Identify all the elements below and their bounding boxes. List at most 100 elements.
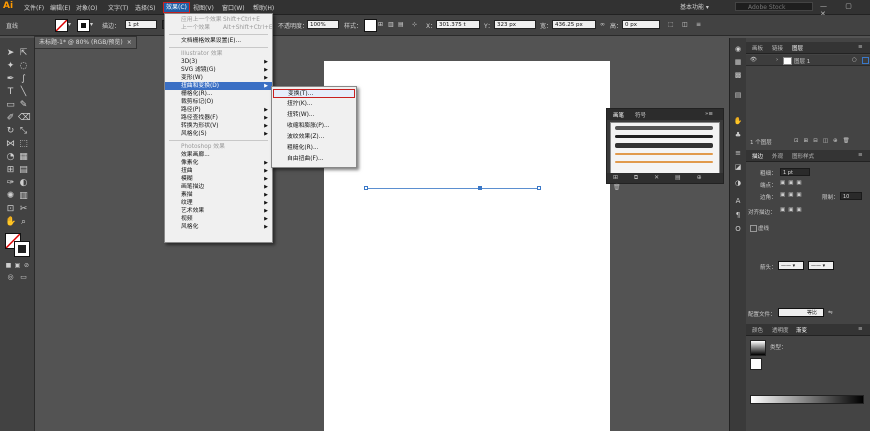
tab-stroke[interactable]: 描边 bbox=[752, 152, 763, 160]
stroke-color-icon[interactable] bbox=[14, 241, 30, 257]
menu-8[interactable]: 帮助(H) bbox=[253, 3, 274, 12]
shape-builder-icon[interactable]: ◔ bbox=[5, 152, 16, 163]
anchor-point-end[interactable] bbox=[537, 186, 541, 190]
effect-menu-item[interactable]: 扭曲 ▶ bbox=[165, 167, 272, 175]
workspace-switcher[interactable]: 基本功能 ▾ bbox=[680, 2, 709, 11]
gradient-preview[interactable] bbox=[750, 340, 766, 356]
tab-graphic-styles[interactable]: 图形样式 bbox=[792, 152, 814, 160]
layer-name[interactable]: 图层 1 bbox=[794, 57, 810, 65]
cap-style-icons[interactable]: ▣▣▣ bbox=[780, 180, 805, 186]
effect-menu-item[interactable]: 3D(3) ▶ bbox=[165, 58, 272, 66]
effect-menu-item[interactable]: 纹理 ▶ bbox=[165, 199, 272, 207]
pen-tool-icon[interactable]: ✒ bbox=[5, 74, 16, 85]
effect-menu-item[interactable]: 画笔描边 ▶ bbox=[165, 183, 272, 191]
transform-icon[interactable]: ⬚ bbox=[668, 21, 674, 28]
arrow-start-select[interactable]: —— ▾ bbox=[778, 261, 804, 270]
width-field[interactable]: 436.25 px bbox=[552, 20, 596, 29]
type-tool-icon[interactable]: T bbox=[5, 87, 16, 98]
rotate-tool-icon[interactable]: ↻ bbox=[5, 126, 16, 137]
effect-menu-item[interactable]: 上一个效果 Alt+Shift+Ctrl+E bbox=[165, 24, 273, 32]
miter-limit-input[interactable]: 10 bbox=[840, 192, 862, 200]
perspective-grid-icon[interactable]: ▦ bbox=[18, 152, 29, 163]
effect-menu-item[interactable]: 变形(W) ▶ bbox=[165, 74, 272, 82]
gradient-fill-swatch[interactable] bbox=[750, 358, 762, 370]
effect-menu-item[interactable]: 效果画廊... bbox=[165, 151, 272, 159]
distort-submenu-item[interactable]: 粗糙化(R)... bbox=[273, 144, 355, 153]
panel-menu-icon[interactable]: ≡ bbox=[858, 326, 863, 332]
target-icon[interactable]: ○ bbox=[852, 57, 857, 63]
tab-symbols[interactable]: 符号 bbox=[635, 111, 646, 119]
stroke-weight-field[interactable]: 1 pt bbox=[125, 20, 157, 29]
effect-menu-item[interactable]: 路径(P) ▶ bbox=[165, 106, 272, 114]
effect-menu-item[interactable]: 栅格化(R)... bbox=[165, 90, 272, 98]
brushes-panel-footer[interactable]: ⊞ ⧉ ✕ ▤ ⊕ 🗑 bbox=[607, 173, 723, 191]
height-field[interactable]: 0 px bbox=[622, 20, 660, 29]
menu-0[interactable]: 文件(F) bbox=[24, 3, 44, 12]
graphic-styles-icon[interactable]: ◪ bbox=[733, 162, 743, 172]
document-tab[interactable]: 未标题-1* @ 80% (RGB/预览) × bbox=[34, 36, 137, 49]
effect-menu-item[interactable]: 路径查找器(F) ▶ bbox=[165, 114, 272, 122]
tab-layers[interactable]: 图层 bbox=[792, 44, 803, 52]
scale-tool-icon[interactable]: ⤡ bbox=[18, 126, 29, 137]
link-icon[interactable]: ∞ bbox=[600, 21, 605, 28]
stroke-icon[interactable]: ≡ bbox=[733, 148, 743, 158]
menu-4[interactable]: 选择(S) bbox=[135, 3, 156, 12]
menu-5[interactable]: 效果(C) bbox=[163, 2, 190, 13]
align-stroke-icons[interactable]: ▣▣▣ bbox=[780, 207, 805, 213]
brush-stroke[interactable] bbox=[615, 126, 713, 130]
mesh-tool-icon[interactable]: ⊞ bbox=[5, 165, 16, 176]
layers-footer-icons[interactable]: ⊡⊞⊟◫⊕🗑 bbox=[794, 138, 855, 144]
corner-style-icons[interactable]: ▣▣▣ bbox=[780, 192, 805, 198]
reference-point-icon[interactable]: ⊹ bbox=[412, 21, 417, 28]
anchor-point-start[interactable] bbox=[364, 186, 368, 190]
tab-gradient[interactable]: 渐变 bbox=[796, 326, 807, 334]
blend-tool-icon[interactable]: ◐ bbox=[18, 178, 29, 189]
tab-appearance[interactable]: 外观 bbox=[772, 152, 783, 160]
brush-stroke[interactable] bbox=[615, 135, 713, 138]
panel-menu-icon[interactable]: »≡ bbox=[705, 111, 713, 117]
symbols-icon[interactable]: ♣ bbox=[733, 130, 743, 140]
effect-menu-item[interactable]: 应用上一个效果 Shift+Ctrl+E bbox=[165, 16, 272, 24]
anchor-point-center[interactable] bbox=[478, 186, 482, 190]
gradient-slider[interactable] bbox=[750, 395, 864, 404]
free-transform-icon[interactable]: ⬚ bbox=[18, 139, 29, 150]
effect-menu-item[interactable]: SVG 滤镜(G) ▶ bbox=[165, 66, 272, 74]
effect-menu-item[interactable]: 文档栅格效果设置(E)... bbox=[165, 37, 272, 45]
brush-stroke[interactable] bbox=[615, 153, 713, 155]
brush-stroke[interactable] bbox=[615, 143, 713, 148]
menu-3[interactable]: 文字(T) bbox=[108, 3, 128, 12]
chevron-right-icon[interactable]: › bbox=[776, 57, 778, 63]
effect-menu-item[interactable]: 扭曲和变换(D) ▶ bbox=[165, 82, 272, 90]
selected-line-path[interactable] bbox=[366, 188, 539, 189]
line-tool-icon[interactable]: ╲ bbox=[18, 87, 29, 98]
selection-indicator-icon[interactable] bbox=[862, 57, 869, 64]
align-icon-2[interactable]: ▥ bbox=[388, 21, 394, 28]
distort-submenu-item[interactable]: 扭转(W)... bbox=[273, 111, 355, 120]
none-mode-icon[interactable]: ⊘ bbox=[21, 260, 32, 271]
paragraph-icon[interactable]: ¶ bbox=[733, 210, 743, 220]
tab-artboards[interactable]: 画板 bbox=[752, 44, 763, 52]
brush-stroke[interactable] bbox=[615, 161, 713, 163]
opacity-field[interactable]: 100% bbox=[307, 20, 339, 29]
effect-menu-item[interactable]: 转换为形状(V) ▶ bbox=[165, 122, 272, 130]
menu-2[interactable]: 对象(O) bbox=[76, 3, 97, 12]
distort-submenu-item[interactable]: 变换(T)... bbox=[273, 89, 355, 98]
swatches-icon[interactable]: ▦ bbox=[733, 57, 743, 67]
y-field[interactable]: 323 px bbox=[494, 20, 536, 29]
selection-tool-icon[interactable]: ➤ bbox=[5, 48, 16, 59]
width-tool-icon[interactable]: ⋈ bbox=[5, 139, 16, 150]
hand-icon[interactable]: ✋ bbox=[733, 116, 743, 126]
eyedropper-icon[interactable]: ✑ bbox=[5, 178, 16, 189]
zoom-tool-icon[interactable]: ⌕ bbox=[18, 217, 29, 228]
menu-6[interactable]: 视图(V) bbox=[193, 3, 214, 12]
gradient-tool-icon[interactable]: ▤ bbox=[18, 165, 29, 176]
opentype-icon[interactable]: O bbox=[733, 224, 743, 234]
symbol-sprayer-icon[interactable]: ✺ bbox=[5, 191, 16, 202]
character-icon[interactable]: A bbox=[733, 196, 743, 206]
screen-mode-icon[interactable]: ▭ bbox=[18, 272, 29, 283]
menu-1[interactable]: 编辑(E) bbox=[50, 3, 70, 12]
curvature-tool-icon[interactable]: ∫ bbox=[18, 74, 29, 85]
shaper-tool-icon[interactable]: ✐ bbox=[5, 113, 16, 124]
magic-wand-icon[interactable]: ✦ bbox=[5, 61, 16, 72]
menu-7[interactable]: 窗口(W) bbox=[222, 3, 245, 12]
